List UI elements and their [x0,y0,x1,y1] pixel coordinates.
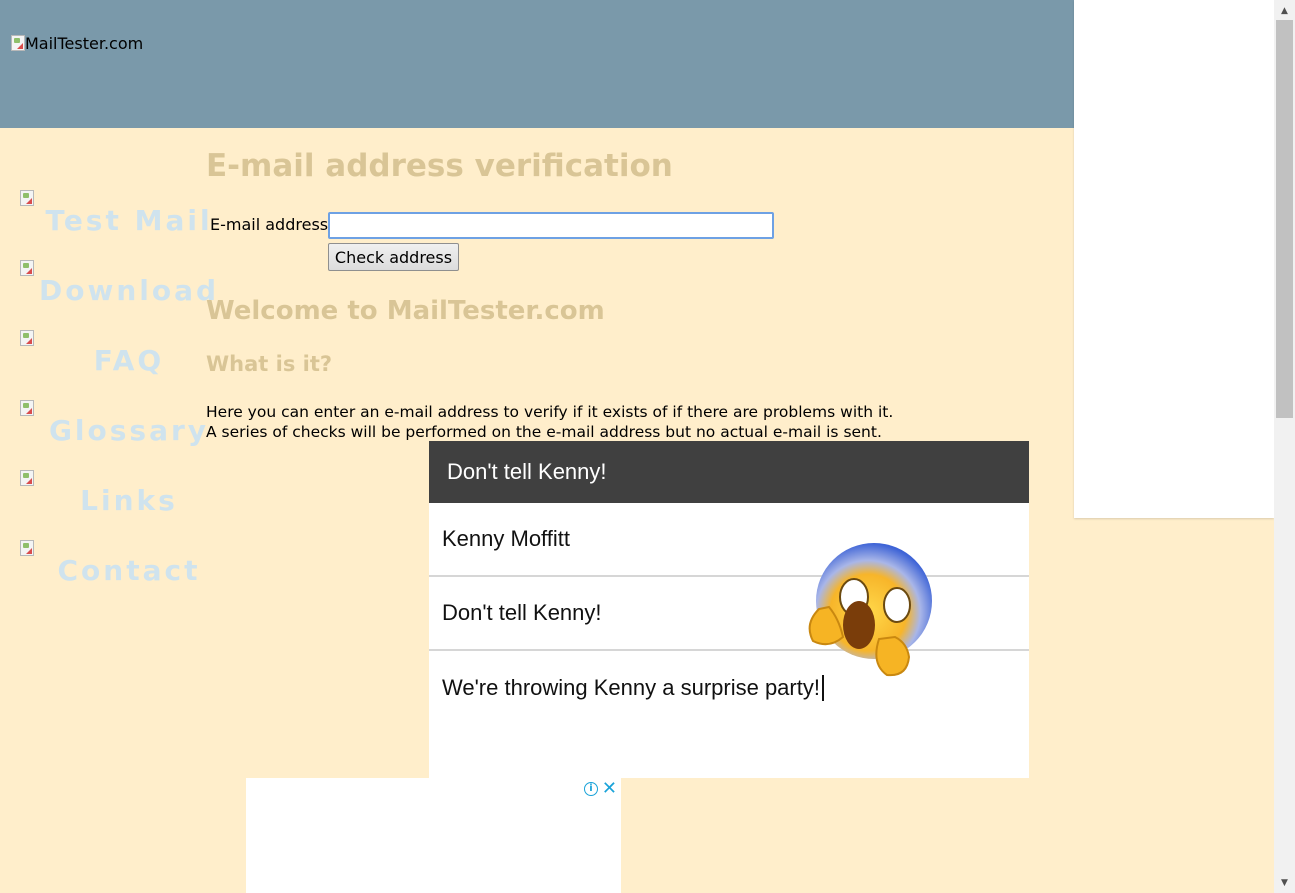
scroll-down-arrow-icon[interactable]: ▼ [1274,874,1295,891]
video-ad-row-text: Don't tell Kenny! [442,600,602,625]
nav-item-label: Contact [57,554,201,587]
email-label: E-mail address [210,215,329,234]
video-ad[interactable]: Don't tell Kenny! Kenny Moffitt Don't te… [429,441,1029,778]
video-ad-row-text: We're throwing Kenny a surprise party! [442,675,820,700]
check-address-button[interactable]: Check address [328,243,459,271]
nav-item-faq[interactable]: FAQ [20,328,210,398]
right-ad-banner[interactable] [1074,0,1274,518]
scrollbar-thumb[interactable] [1276,20,1293,418]
site-header: MailTester.com [0,0,1074,128]
nav-item-label: Links [80,484,178,517]
nav-item-links[interactable]: Links [20,468,210,538]
description-line-1: Here you can enter an e-mail address to … [206,403,894,421]
email-input[interactable] [328,212,774,239]
scroll-up-arrow-icon[interactable]: ▲ [1274,2,1295,19]
site-logo[interactable]: MailTester.com [11,33,144,53]
video-ad-header: Don't tell Kenny! [429,441,1029,503]
vertical-scrollbar[interactable]: ▲ ▼ [1274,0,1295,893]
what-is-it-heading: What is it? [206,352,333,376]
nav-item-contact[interactable]: Contact [20,538,210,608]
video-ad-row: We're throwing Kenny a surprise party! [429,651,1029,725]
sidebar-nav: Test Mail Download FAQ Glossary Links Co… [20,188,216,608]
bottom-ad-banner[interactable]: i ✕ [246,778,621,893]
nav-item-test-mail[interactable]: Test Mail [20,188,210,258]
nav-item-download[interactable]: Download [20,258,216,328]
description-line-2: A series of checks will be performed on … [206,423,882,441]
broken-image-icon [11,35,25,51]
nav-item-glossary[interactable]: Glossary [20,398,210,468]
description-text: Here you can enter an e-mail address to … [206,402,893,442]
video-ad-row: Kenny Moffitt [429,503,1029,577]
video-ad-row: Don't tell Kenny! [429,577,1029,651]
ad-info-icon[interactable]: i [584,782,598,796]
page-title: E-mail address verification [206,148,673,184]
logo-alt-text: MailTester.com [25,33,144,53]
nav-item-label: Test Mail [45,204,213,237]
welcome-heading: Welcome to MailTester.com [206,296,605,326]
scream-emoji-icon [808,543,932,677]
video-ad-row-text: Kenny Moffitt [442,526,570,551]
ad-close-icon[interactable]: ✕ [602,779,617,799]
